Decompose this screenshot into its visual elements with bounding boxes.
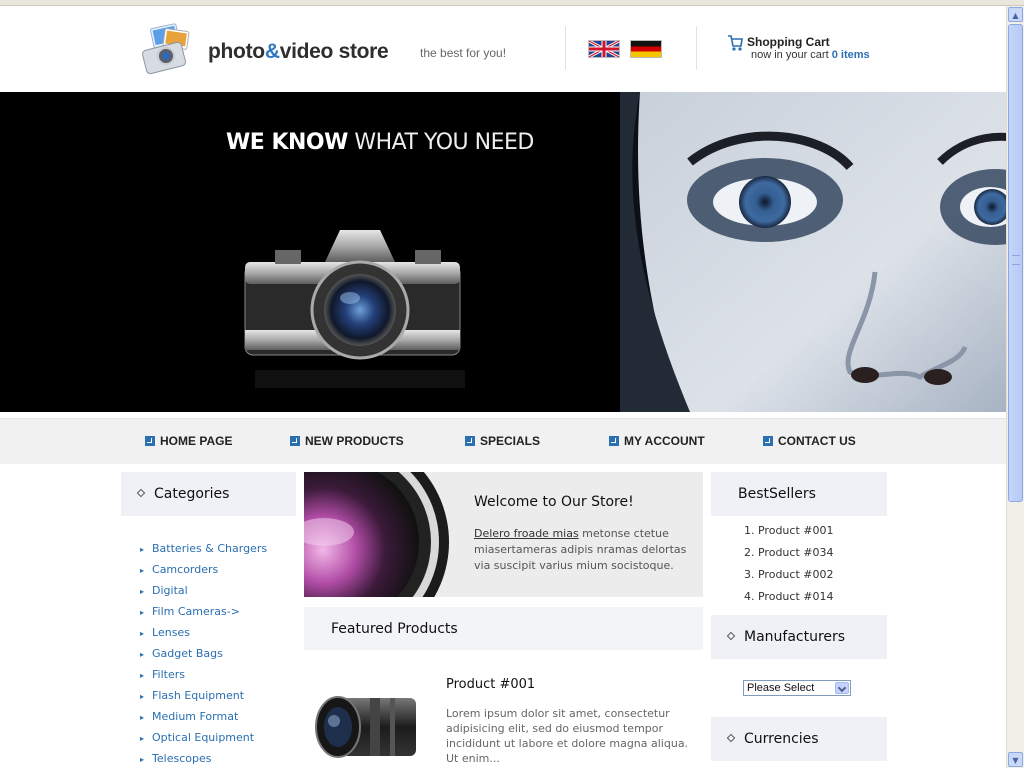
category-item[interactable]: ▸ Gadget Bags — [140, 643, 267, 664]
category-item[interactable]: ▸ Filters — [140, 664, 267, 685]
categories-list: ▸ Batteries & Chargers ▸ Camcorders ▸ Digit… — [140, 538, 267, 768]
hero-banner: WE KNOW WHAT YOU NEED — [0, 92, 1007, 412]
arrow-right-icon: ▸ — [140, 587, 145, 596]
product-title[interactable]: Product #001 — [446, 677, 535, 692]
camera-lens-image — [304, 472, 449, 597]
category-item[interactable]: ▸ Batteries & Chargers — [140, 538, 267, 559]
photos-camera-logo-icon[interactable] — [140, 22, 196, 78]
manufacturers-select[interactable]: Please Select — [743, 680, 851, 696]
nav-home-page[interactable]: HOME PAGE — [145, 434, 232, 448]
store-tagline: the best for you! — [420, 46, 507, 60]
chevron-down-icon[interactable] — [835, 682, 849, 694]
diamond-bullet-icon — [726, 631, 736, 641]
slr-camera-image — [244, 230, 465, 388]
nav-my-account[interactable]: MY ACCOUNT — [609, 434, 705, 448]
nav-new-products[interactable]: NEW PRODUCTS — [290, 434, 404, 448]
diamond-bullet-icon — [726, 733, 736, 743]
category-item[interactable]: ▸ Telescopes — [140, 748, 267, 768]
arrow-bullet-icon — [290, 436, 300, 446]
arrow-right-icon: ▸ — [140, 608, 145, 617]
shopping-cart-title[interactable]: Shopping Cart — [747, 35, 830, 49]
arrow-right-icon: ▸ — [140, 755, 145, 764]
bestseller-item[interactable]: 2. Product #034 — [744, 542, 833, 564]
scrollbar-grip-icon — [1012, 255, 1020, 265]
bestseller-item[interactable]: 3. Product #002 — [744, 564, 833, 586]
banner-title: WE KNOW WHAT YOU NEED — [226, 130, 534, 155]
shopping-cart-icon[interactable] — [727, 34, 743, 52]
flag-de-icon[interactable] — [631, 41, 661, 57]
arrow-right-icon: ▸ — [140, 566, 145, 575]
product-lens-image[interactable] — [310, 688, 422, 768]
scrollbar-thumb[interactable] — [1008, 24, 1023, 502]
category-item[interactable]: ▸ Medium Format — [140, 706, 267, 727]
bestseller-item[interactable]: 4. Product #014 — [744, 586, 833, 608]
flag-uk-icon[interactable] — [589, 41, 619, 57]
header-divider — [696, 26, 697, 70]
manufacturers-header: Manufacturers — [711, 615, 887, 659]
category-item[interactable]: ▸ Digital — [140, 580, 267, 601]
nav-contact-us[interactable]: CONTACT US — [763, 434, 856, 448]
store-page: photo&video store the best for you! Shop… — [0, 6, 1007, 768]
arrow-right-icon: ▸ — [140, 671, 145, 680]
header-divider — [565, 26, 566, 70]
arrow-right-icon: ▸ — [140, 692, 145, 701]
store-logo-text[interactable]: photo&video store — [208, 40, 389, 64]
vertical-scrollbar[interactable]: ▲ ▼ — [1006, 6, 1024, 768]
scroll-up-arrow-icon[interactable]: ▲ — [1008, 7, 1023, 22]
arrow-right-icon: ▸ — [140, 713, 145, 722]
arrow-right-icon: ▸ — [140, 545, 145, 554]
cart-items-link[interactable]: 0 items — [832, 49, 870, 61]
arrow-bullet-icon — [145, 436, 155, 446]
welcome-title: Welcome to Our Store! — [474, 494, 634, 510]
category-item[interactable]: ▸ Optical Equipment — [140, 727, 267, 748]
bestsellers-header: BestSellers — [711, 472, 887, 516]
category-item[interactable]: ▸ Lenses — [140, 622, 267, 643]
bestseller-item[interactable]: 1. Product #001 — [744, 520, 833, 542]
arrow-bullet-icon — [465, 436, 475, 446]
arrow-right-icon: ▸ — [140, 650, 145, 659]
diamond-bullet-icon — [136, 488, 146, 498]
welcome-box: Welcome to Our Store! Delero froade mias… — [304, 472, 703, 597]
category-item[interactable]: ▸ Film Cameras-> — [140, 601, 267, 622]
arrow-bullet-icon — [763, 436, 773, 446]
category-item[interactable]: ▸ Camcorders — [140, 559, 267, 580]
currencies-header: Currencies — [711, 717, 887, 761]
arrow-bullet-icon — [609, 436, 619, 446]
categories-header: Categories — [121, 472, 296, 516]
model-face-image — [620, 92, 1007, 412]
featured-products-header: Featured Products — [304, 607, 703, 650]
arrow-right-icon: ▸ — [140, 734, 145, 743]
welcome-link[interactable]: Delero froade mias — [474, 527, 579, 540]
nav-specials[interactable]: SPECIALS — [465, 434, 540, 448]
bestsellers-list: 1. Product #001 2. Product #034 3. Produ… — [744, 520, 833, 608]
category-item[interactable]: ▸ Flash Equipment — [140, 685, 267, 706]
scroll-down-arrow-icon[interactable]: ▼ — [1008, 752, 1023, 767]
product-description: Lorem ipsum dolor sit amet, consectetur … — [446, 707, 689, 765]
arrow-right-icon: ▸ — [140, 629, 145, 638]
cart-status: now in your cart 0 items — [751, 49, 870, 61]
welcome-text: Delero froade mias metonse ctetue miaser… — [474, 527, 687, 572]
main-navigation: HOME PAGE NEW PRODUCTS SPECIALS MY ACCOU… — [0, 418, 1007, 464]
